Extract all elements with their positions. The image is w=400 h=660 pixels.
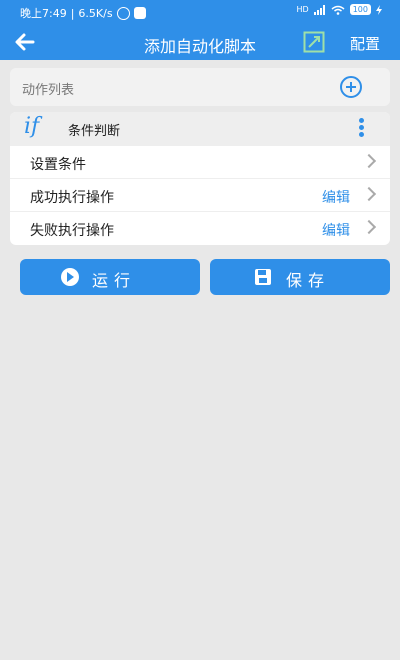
save-button[interactable]: 保存: [210, 259, 390, 295]
charging-icon: [376, 4, 382, 15]
row-label: 设置条件: [30, 157, 86, 173]
page-title: 添加自动化脚本: [143, 37, 256, 56]
edit-link[interactable]: 编辑: [322, 220, 350, 240]
top-bar: 晚上7:49 | 6.5K/s HD 100 添加自动化脚本 配置: [0, 0, 400, 60]
condition-card-header: if 条件判断: [10, 112, 390, 145]
status-bar: 晚上7:49 | 6.5K/s HD 100: [0, 0, 400, 22]
status-left: 晚上7:49 | 6.5K/s: [20, 5, 146, 21]
action-list-label: 动作列表: [22, 83, 75, 98]
status-divider: |: [70, 6, 75, 20]
more-vertical-icon[interactable]: [356, 118, 366, 140]
resize-icon[interactable]: [303, 31, 325, 53]
status-time: 晚上7:49: [20, 7, 67, 20]
app-bar: 添加自动化脚本 配置: [0, 24, 400, 60]
condition-card: if 条件判断 设置条件 成功执行操作 编辑 失败执行操作 编辑: [10, 112, 390, 245]
battery-icon: 100: [349, 4, 371, 15]
alarm-icon: [116, 6, 130, 20]
row-failure-action[interactable]: 失败执行操作 编辑: [10, 211, 390, 244]
wifi-icon: [331, 5, 345, 15]
run-button[interactable]: 运行: [20, 259, 200, 295]
play-icon: [61, 268, 79, 286]
status-speed: 6.5K/s: [78, 6, 113, 20]
signal-icon: [313, 4, 325, 15]
floppy-disk-icon: [255, 269, 271, 285]
chevron-right-icon: [361, 186, 377, 202]
chevron-right-icon: [361, 153, 377, 169]
status-right: HD 100: [297, 4, 382, 15]
row-set-condition[interactable]: 设置条件: [10, 145, 390, 178]
row-label: 成功执行操作: [30, 190, 114, 206]
row-label: 失败执行操作: [30, 223, 114, 239]
run-button-label: 运行: [92, 271, 137, 290]
row-success-action[interactable]: 成功执行操作 编辑: [10, 178, 390, 211]
chevron-right-icon: [361, 219, 377, 235]
edit-link[interactable]: 编辑: [322, 187, 350, 207]
notification-app-icon: [133, 7, 146, 19]
if-icon: if: [24, 114, 40, 139]
signal-label: HD: [296, 5, 309, 14]
plus-circle-icon[interactable]: [340, 76, 362, 98]
action-list-header: 动作列表: [10, 68, 390, 106]
save-button-label: 保存: [286, 271, 331, 290]
config-button[interactable]: 配置: [350, 33, 380, 54]
condition-title: 条件判断: [68, 124, 121, 139]
